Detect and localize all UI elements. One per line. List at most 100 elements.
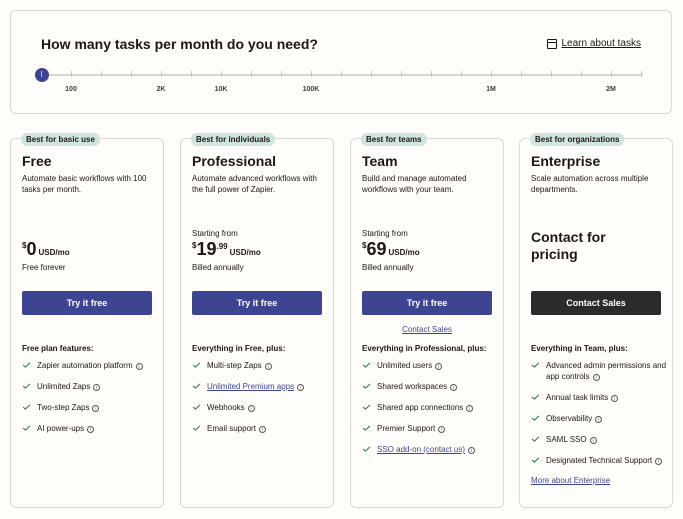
feature-list: Unlimited users i Shared workspaces i Shared… [362,360,500,465]
feature-item: Observability i [531,413,669,424]
feature-label: Annual task limits i [546,392,619,403]
feature-item: Unlimited Zaps i [22,381,160,392]
feature-item: AI power-ups i [22,423,160,434]
slider-tick [581,71,582,77]
feature-item: Unlimited users i [362,360,500,371]
plan-price: $ 69 USD/mo [362,239,420,259]
slider-tick [191,71,192,77]
try-it-free-button[interactable]: Try it free [22,291,152,315]
slider-tick [101,71,102,77]
feature-link[interactable]: SSO add-on (contact us) [377,445,465,454]
feature-label: Designated Technical Support i [546,455,663,466]
calendar-icon [546,38,557,49]
info-icon[interactable]: i [93,384,101,391]
contact-sales-link[interactable]: Contact Sales [351,325,503,334]
check-icon [192,362,201,368]
feature-label: Two-step Zaps i [37,402,100,413]
info-icon[interactable]: i [264,363,272,370]
feature-item: Advanced admin permissions and app contr… [531,360,669,382]
check-icon [192,383,201,389]
feature-label: AI power-ups i [37,423,95,434]
price-unit: USD/mo [38,248,70,257]
plan-card-enterprise: Best for organizations Enterprise Scale … [519,133,673,508]
check-icon [362,383,371,389]
feature-text: SAML SSO [546,435,587,444]
slider-tick-label: 10K [214,86,228,93]
check-icon [192,425,201,431]
feature-label[interactable]: Unlimited Premium apps i [207,381,305,392]
feature-text: Advanced admin permissions and app contr… [546,361,667,381]
plan-name: Professional [192,153,277,169]
feature-text: AI power-ups [37,424,85,433]
info-icon[interactable]: i [611,395,619,402]
check-icon [22,425,31,431]
feature-link[interactable]: Unlimited Premium apps [207,382,294,391]
plan-description: Automate advanced workflows with the ful… [192,174,317,194]
info-icon[interactable]: i [589,437,597,444]
slider-tick-label: 2M [606,86,616,93]
feature-label: Observability i [546,413,603,424]
info-icon[interactable]: i [595,416,603,423]
info-icon[interactable]: i [247,405,255,412]
slider-tick [251,71,252,77]
plan-badge: Best for basic use [21,133,100,146]
slider-tick [131,71,132,77]
info-icon[interactable]: i [135,363,143,370]
try-it-free-button[interactable]: Try it free [362,291,492,315]
feature-label[interactable]: SSO add-on (contact us) i [377,444,476,455]
feature-text: Unlimited users [377,361,433,370]
slider-tick [371,71,372,77]
info-icon[interactable]: i [450,384,458,391]
feature-text: Webhooks [207,403,245,412]
feature-text: Email support [207,424,256,433]
check-icon [192,404,201,410]
info-icon[interactable]: i [466,405,474,412]
try-it-free-button[interactable]: Try it free [192,291,322,315]
feature-text: Unlimited Zaps [37,382,91,391]
info-icon[interactable]: i [435,363,443,370]
more-about-enterprise-link[interactable]: More about Enterprise [531,476,669,485]
plan-card-team: Best for teams Team Build and manage aut… [350,133,504,508]
plan-starting-from: Starting from [362,229,408,238]
info-icon[interactable]: i [92,405,100,412]
slider-tick [71,71,72,77]
info-icon[interactable]: i [87,426,95,433]
feature-text: Shared app connections [377,403,464,412]
info-icon[interactable]: i [468,447,476,454]
plan-name: Enterprise [531,153,601,169]
plan-description: Automate basic workflows with 100 tasks … [22,174,147,194]
feature-list: Advanced admin permissions and app contr… [531,360,669,485]
info-icon[interactable]: i [297,384,305,391]
plan-card-free: Best for basic use Free Automate basic w… [10,133,164,508]
slider-tick [431,71,432,77]
slider-tick [311,71,312,77]
price-amount: 0 [26,239,37,259]
price-cents: .99 [216,242,228,251]
info-icon[interactable]: i [655,458,663,465]
slider-tick-label: 100 [65,86,77,93]
contact-sales-button[interactable]: Contact Sales [531,291,661,315]
learn-about-tasks-link[interactable]: Learn about tasks [546,38,642,49]
info-icon[interactable]: i [438,426,446,433]
feature-label: Unlimited users i [377,360,443,371]
slider-tick [551,71,552,77]
feature-item: Premier Support i [362,423,500,434]
learn-about-tasks-label: Learn about tasks [561,38,642,49]
slider-tick [401,71,402,77]
check-icon [22,383,31,389]
tasks-slider-handle[interactable] [35,68,49,82]
plan-description: Scale automation across multiple departm… [531,174,649,194]
price-amount: 19 [196,239,217,259]
feature-list: Multi-step Zaps i Unlimited Premium apps i W… [192,360,330,444]
check-icon [531,457,540,463]
features-title: Everything in Professional, plus: [362,344,487,353]
slider-tick-label: 1M [486,86,496,93]
plan-billing: Billed annually [192,263,244,272]
feature-item: Two-step Zaps i [22,402,160,413]
plan-description: Build and manage automated workflows wit… [362,174,467,194]
info-icon[interactable]: i [258,426,266,433]
feature-label: Unlimited Zaps i [37,381,101,392]
slider-tick [41,71,42,77]
feature-item: Shared workspaces i [362,381,500,392]
info-icon[interactable]: i [592,374,600,381]
